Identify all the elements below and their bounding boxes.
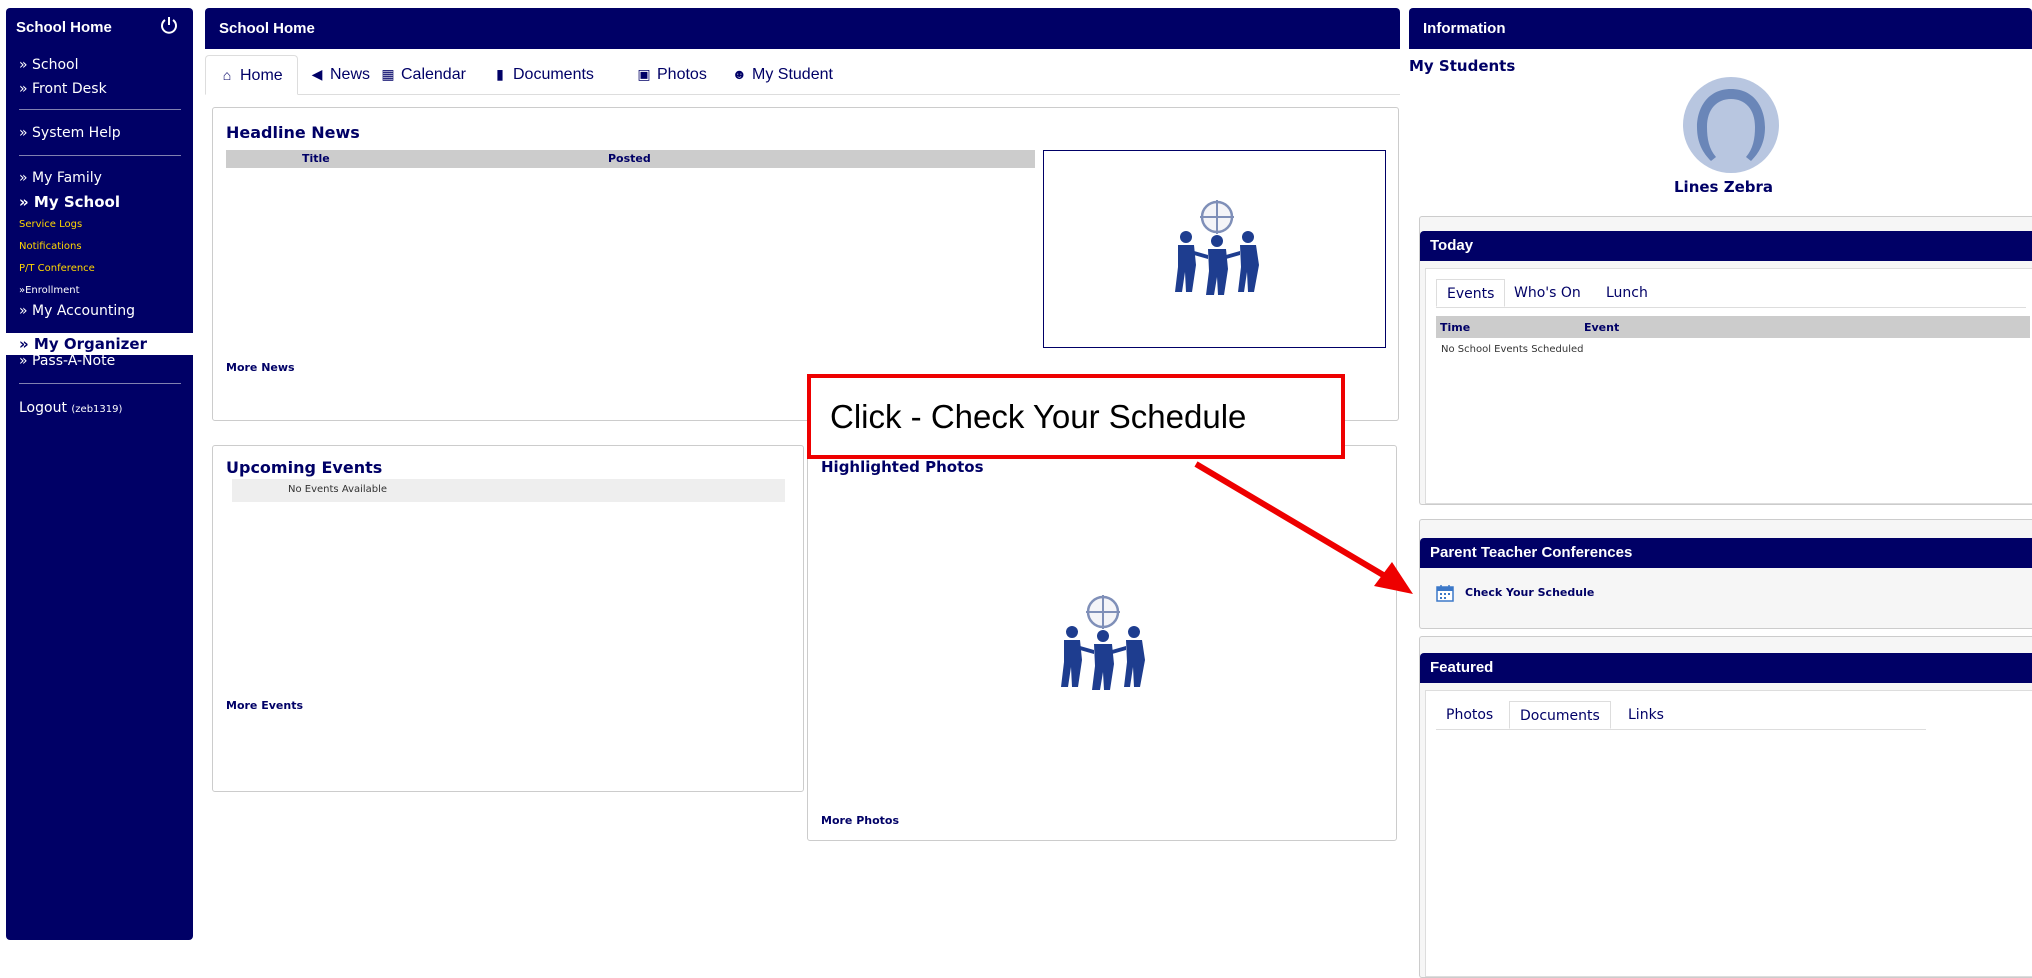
logout-link[interactable]: Logout (zeb1319): [19, 400, 122, 416]
tab-documents[interactable]: ▮ Documents: [493, 55, 594, 93]
sidebar-subitem-enrollment[interactable]: »Enrollment: [19, 285, 80, 296]
tab-news-label: News: [330, 66, 371, 83]
sidebar-item-my-organizer-label: » My Organizer: [19, 335, 147, 353]
sidebar-item-school[interactable]: » School: [19, 57, 79, 73]
today-header: Today: [1420, 231, 2032, 261]
today-table-header: Time Event: [1436, 316, 2030, 338]
instruction-callout: Click - Check Your Schedule: [807, 374, 1345, 459]
my-students-title: My Students: [1409, 57, 1516, 75]
information-header-title: Information: [1423, 20, 1506, 37]
home-icon: ⌂: [222, 67, 232, 83]
subtab-featured-documents[interactable]: Documents: [1509, 701, 1611, 729]
subtab-lunch[interactable]: Lunch: [1596, 279, 1658, 307]
news-col-title: Title: [302, 152, 330, 165]
today-body: Events Who's On Lunch Time Event No Scho…: [1425, 268, 2032, 504]
news-image-frame: [1043, 150, 1386, 348]
today-panel: Today Events Who's On Lunch Time Event N…: [1419, 216, 2032, 505]
sidebar-divider: [19, 155, 181, 156]
left-sidebar: School Home » School » Front Desk » Syst…: [6, 8, 193, 940]
subtab-featured-photos[interactable]: Photos: [1436, 701, 1503, 729]
ptc-panel: Parent Teacher Conferences Check Your Sc…: [1419, 519, 2032, 629]
sidebar-subitem-service-logs[interactable]: Service Logs: [19, 219, 82, 230]
tab-news[interactable]: ◀ News: [310, 55, 370, 93]
events-empty-text: No Events Available: [288, 484, 388, 495]
headline-news-title: Headline News: [226, 123, 360, 142]
power-icon[interactable]: [159, 15, 179, 35]
megaphone-icon: ◀: [311, 66, 323, 82]
tab-calendar-label: Calendar: [401, 66, 466, 83]
information-header: Information: [1409, 8, 2032, 49]
upcoming-events-panel: Upcoming Events No Events Available More…: [212, 445, 804, 792]
logout-username: (zeb1319): [71, 404, 123, 415]
school-logo-icon: [1175, 200, 1259, 295]
user-icon: ☻: [732, 66, 747, 82]
logout-label: Logout: [19, 400, 67, 416]
tab-my-student[interactable]: ☻ My Student: [732, 55, 833, 93]
subtab-whos-on[interactable]: Who's On: [1504, 279, 1591, 307]
document-icon: ▮: [496, 66, 504, 82]
tab-photos[interactable]: ▣ Photos: [637, 55, 707, 93]
sidebar-item-my-organizer[interactable]: » My Organizer: [6, 333, 193, 355]
main-header: School Home: [205, 8, 1400, 49]
sidebar-subitem-notifications[interactable]: Notifications: [19, 241, 82, 252]
tab-home[interactable]: ⌂ Home: [205, 55, 298, 95]
check-your-schedule-label: Check Your Schedule: [1465, 586, 1595, 599]
highlighted-photos-panel: Highlighted Photos More Photos: [807, 445, 1397, 841]
today-empty-text: No School Events Scheduled: [1441, 344, 1584, 355]
ptc-title: Parent Teacher Conferences: [1430, 544, 1633, 561]
subtab-events[interactable]: Events: [1436, 279, 1506, 307]
tab-calendar[interactable]: ▦ Calendar: [381, 55, 466, 93]
events-empty-row: No Events Available: [232, 479, 785, 502]
school-logo-icon: [1061, 595, 1145, 690]
tab-documents-label: Documents: [513, 66, 594, 83]
main-tabs: ⌂ Home ◀ News ▦ Calendar ▮ Documents ▣ Photos…: [205, 55, 1400, 95]
sidebar-subitem-pt-conference[interactable]: P/T Conference: [19, 263, 95, 274]
featured-title: Featured: [1430, 659, 1494, 676]
sidebar-item-my-school[interactable]: » My School: [19, 193, 120, 211]
tab-my-student-label: My Student: [752, 66, 833, 83]
instruction-callout-text: Click - Check Your Schedule: [830, 398, 1247, 435]
news-table-header: Title Posted: [226, 150, 1035, 168]
calendar-icon: [1436, 585, 1454, 602]
tab-home-label: Home: [240, 67, 283, 84]
more-news-link[interactable]: More News: [226, 361, 295, 374]
featured-subtabs: Photos Documents Links: [1436, 701, 1926, 730]
upcoming-events-title: Upcoming Events: [226, 458, 383, 477]
sidebar-title: School Home: [16, 19, 112, 36]
subtab-featured-links[interactable]: Links: [1618, 701, 1674, 729]
today-col-time: Time: [1440, 321, 1471, 334]
sidebar-divider: [19, 383, 181, 384]
today-col-event: Event: [1584, 321, 1620, 334]
today-title: Today: [1430, 237, 1474, 254]
student-name[interactable]: Lines Zebra: [1674, 178, 1773, 196]
today-subtabs: Events Who's On Lunch: [1436, 279, 2026, 308]
featured-panel: Featured Photos Documents Links: [1419, 636, 2032, 978]
ptc-header: Parent Teacher Conferences: [1420, 538, 2032, 568]
sidebar-divider: [19, 109, 181, 110]
main-header-title: School Home: [219, 20, 315, 37]
tab-photos-label: Photos: [657, 66, 707, 83]
sidebar-item-system-help[interactable]: » System Help: [19, 125, 121, 141]
camera-icon: ▣: [637, 66, 651, 82]
news-col-posted: Posted: [608, 152, 651, 165]
calendar-icon: ▦: [381, 66, 395, 82]
more-events-link[interactable]: More Events: [226, 699, 303, 712]
sidebar-item-my-family[interactable]: » My Family: [19, 170, 102, 186]
highlighted-photos-title: Highlighted Photos: [821, 458, 984, 476]
more-photos-link[interactable]: More Photos: [821, 814, 899, 827]
sidebar-item-my-accounting[interactable]: » My Accounting: [19, 303, 135, 319]
student-avatar[interactable]: [1681, 75, 1781, 175]
featured-body: Photos Documents Links: [1425, 690, 2032, 977]
featured-header: Featured: [1420, 653, 2032, 683]
sidebar-item-pass-a-note[interactable]: » Pass-A-Note: [19, 353, 115, 369]
sidebar-item-front-desk[interactable]: » Front Desk: [19, 81, 107, 97]
